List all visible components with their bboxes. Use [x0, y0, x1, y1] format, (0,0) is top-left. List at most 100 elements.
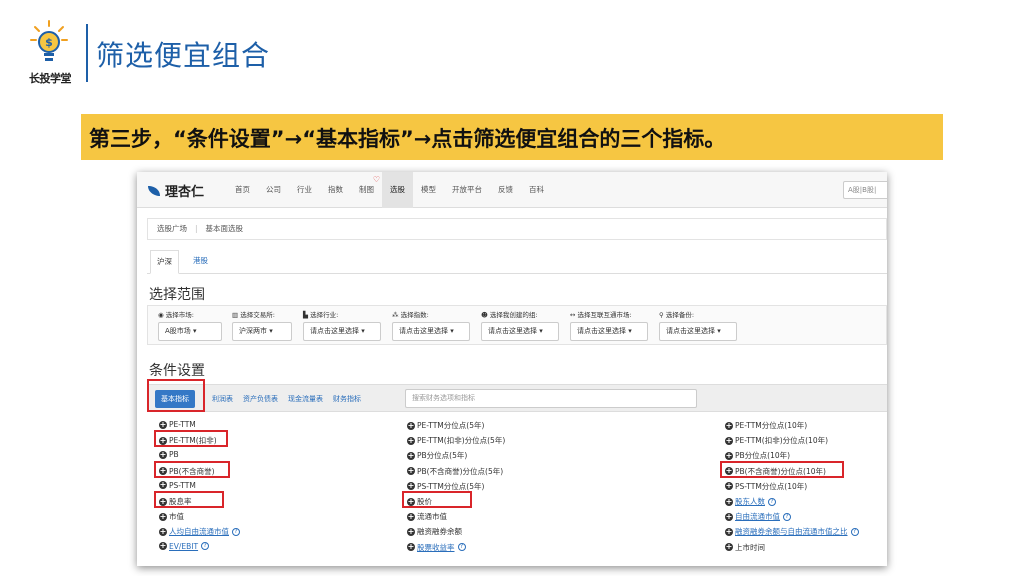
filter-industry-select[interactable]: 请点击这里选择 ▾ [303, 322, 381, 341]
metric-label: 股东人数 [735, 497, 765, 506]
nav-wiki[interactable]: 百科 [521, 172, 552, 208]
pin-icon: ⚲ [659, 311, 666, 319]
nav-home[interactable]: 首页 [227, 172, 258, 208]
nav-model[interactable]: 模型 [413, 172, 444, 208]
metric-item[interactable]: + 自由流通市值? [725, 511, 791, 522]
filter-industry: ▙ 选择行业: 请点击这里选择 ▾ [303, 309, 381, 341]
metric-item[interactable]: + 股票收益率? [407, 542, 466, 553]
filter-index-label: ⁂ 选择指数: [392, 309, 470, 319]
filter-backup-select[interactable]: 请点击这里选择 ▾ [659, 322, 737, 341]
help-icon[interactable]: ? [201, 542, 210, 551]
nav-feedback[interactable]: 反馈 [490, 172, 521, 208]
plus-icon: + [725, 450, 733, 460]
help-icon[interactable]: ? [457, 543, 466, 552]
metric-item[interactable]: + PE-TTM分位点(10年) [725, 420, 807, 431]
help-icon[interactable]: ? [850, 527, 859, 536]
plus-icon: + [159, 480, 167, 490]
metric-item[interactable]: + 人均自由流通市值? [159, 526, 240, 537]
brand[interactable]: 理杏仁 [147, 181, 204, 200]
filter-exchange-select[interactable]: 沪深两市 ▾ [232, 322, 292, 341]
metric-item[interactable]: + PE-TTM(扣非)分位点(10年) [725, 435, 828, 446]
metric-label: 人均自由流通市值 [169, 527, 229, 537]
filter-my-group-select[interactable]: 请点击这里选择 ▾ [481, 322, 559, 341]
plus-icon: + [725, 511, 733, 521]
metric-item[interactable]: + 流通市值 [407, 511, 447, 522]
metric-label: PE-TTM [169, 420, 196, 429]
breadcrumb-screener-square[interactable]: 选股广场 [157, 224, 187, 233]
market-tabs: 沪深 港股 [147, 250, 887, 274]
filter-index: ⁂ 选择指数: 请点击这里选择 ▾ [392, 309, 470, 341]
help-icon[interactable]: ? [768, 497, 776, 506]
metric-item[interactable]: + 融资融券余额 [407, 526, 462, 537]
condition-heading: 条件设置 [149, 363, 205, 379]
lightbulb-icon: $ [30, 20, 68, 61]
metric-label: 融资融券余额 [417, 527, 462, 537]
metric-item[interactable]: + PS-TTM [159, 481, 196, 490]
metric-item[interactable]: + PE-TTM(扣非)分位点(5年) [407, 435, 505, 446]
metric-item[interactable]: + 融资融券余额与自由流通市值之比? [725, 526, 859, 537]
metric-item[interactable]: + PB分位点(5年) [407, 450, 467, 461]
filter-connect-select[interactable]: 请点击这里选择 ▾ [570, 322, 648, 341]
filter-exchange-label: ▥ 选择交易所: [232, 309, 292, 319]
tab-balance-sheet[interactable]: 资产负债表 [238, 385, 283, 413]
brand-name: 理杏仁 [165, 185, 205, 200]
filter-index-select[interactable]: 请点击这里选择 ▾ [392, 322, 470, 341]
nav-index[interactable]: 指数 [320, 172, 351, 208]
plus-icon: + [725, 496, 733, 506]
global-search-input[interactable]: A股|B股| [843, 181, 887, 199]
metric-label: PS-TTM分位点(10年) [735, 481, 808, 491]
plus-icon: + [159, 449, 167, 459]
breadcrumb-fundamental[interactable]: 基本面选股 [206, 224, 244, 233]
tab-cash-flow[interactable]: 现金流量表 [283, 385, 328, 413]
help-icon[interactable]: ? [783, 512, 791, 521]
nav-chart[interactable]: 制图 ♡ [351, 172, 382, 208]
condition-search-input[interactable]: 搜索财务选项和指标 [405, 389, 697, 408]
breadcrumb-separator: | [195, 224, 198, 233]
metric-highlight-box [154, 460, 230, 478]
help-icon[interactable]: ? [232, 527, 240, 536]
tab-hushen[interactable]: 沪深 [150, 250, 179, 274]
filter-my-group-text: 选择我创建的组: [489, 311, 538, 319]
nav-stock-screener[interactable]: 选股 [382, 172, 413, 208]
plus-icon: + [725, 526, 733, 536]
filter-market-text: 选择市场: [165, 311, 194, 319]
logo-caption: 长投学堂 [29, 72, 72, 85]
filter-market-label: ◉ 选择市场: [158, 309, 222, 319]
nav-chart-label: 制图 [359, 185, 374, 194]
metric-item[interactable]: + PS-TTM分位点(10年) [725, 481, 807, 492]
filter-market-select[interactable]: A股市场 ▾ [158, 322, 222, 341]
cluster-icon: ⁂ [392, 311, 401, 319]
metric-item[interactable]: + PB(不含商誉)分位点(5年) [407, 466, 503, 477]
filter-my-group: ☻ 选择我创建的组: 请点击这里选择 ▾ [481, 309, 559, 341]
metric-highlight-box [154, 430, 228, 448]
tab-income-statement[interactable]: 利润表 [207, 385, 238, 413]
metric-label: EV/EBIT [169, 541, 199, 551]
plus-icon: + [407, 526, 415, 536]
plus-icon: + [725, 420, 733, 430]
metric-item[interactable]: + 上市时间 [725, 542, 765, 553]
tab-hk[interactable]: 港股 [187, 250, 214, 274]
bank-icon: ▥ [232, 311, 241, 319]
filter-connect-text: 选择互联互通市场: [577, 311, 632, 319]
metric-item[interactable]: + PB [159, 450, 179, 459]
nav-open-platform[interactable]: 开放平台 [444, 172, 490, 208]
metric-item[interactable]: + 股东人数? [725, 496, 776, 507]
metric-label: 股票收益率 [417, 542, 455, 552]
metric-item[interactable]: + PE-TTM分位点(5年) [407, 420, 484, 431]
heart-icon: ♡ [372, 175, 380, 184]
swap-icon: ↔ [570, 311, 578, 319]
metric-item[interactable]: + 市值 [159, 511, 184, 522]
filter-backup-text: 选择备份: [665, 311, 695, 319]
tab-financial-metrics[interactable]: 财务指标 [328, 385, 366, 413]
metric-item[interactable]: + EV/EBIT? [159, 541, 210, 551]
nav-industry[interactable]: 行业 [289, 172, 320, 208]
app-screenshot: 理杏仁 首页 公司 行业 指数 制图 ♡ 选股 模型 开放平台 反馈 百科 A股|… [137, 172, 887, 566]
filter-connect-label: ↔ 选择互联互通市场: [570, 309, 648, 319]
metric-highlight-box [720, 460, 844, 478]
plus-icon: + [407, 420, 415, 430]
filter-industry-text: 选择行业: [310, 311, 339, 319]
plus-icon: + [159, 419, 167, 429]
metric-label: PS-TTM [169, 480, 196, 490]
metric-item[interactable]: + PE-TTM [159, 420, 196, 429]
nav-company[interactable]: 公司 [258, 172, 289, 208]
